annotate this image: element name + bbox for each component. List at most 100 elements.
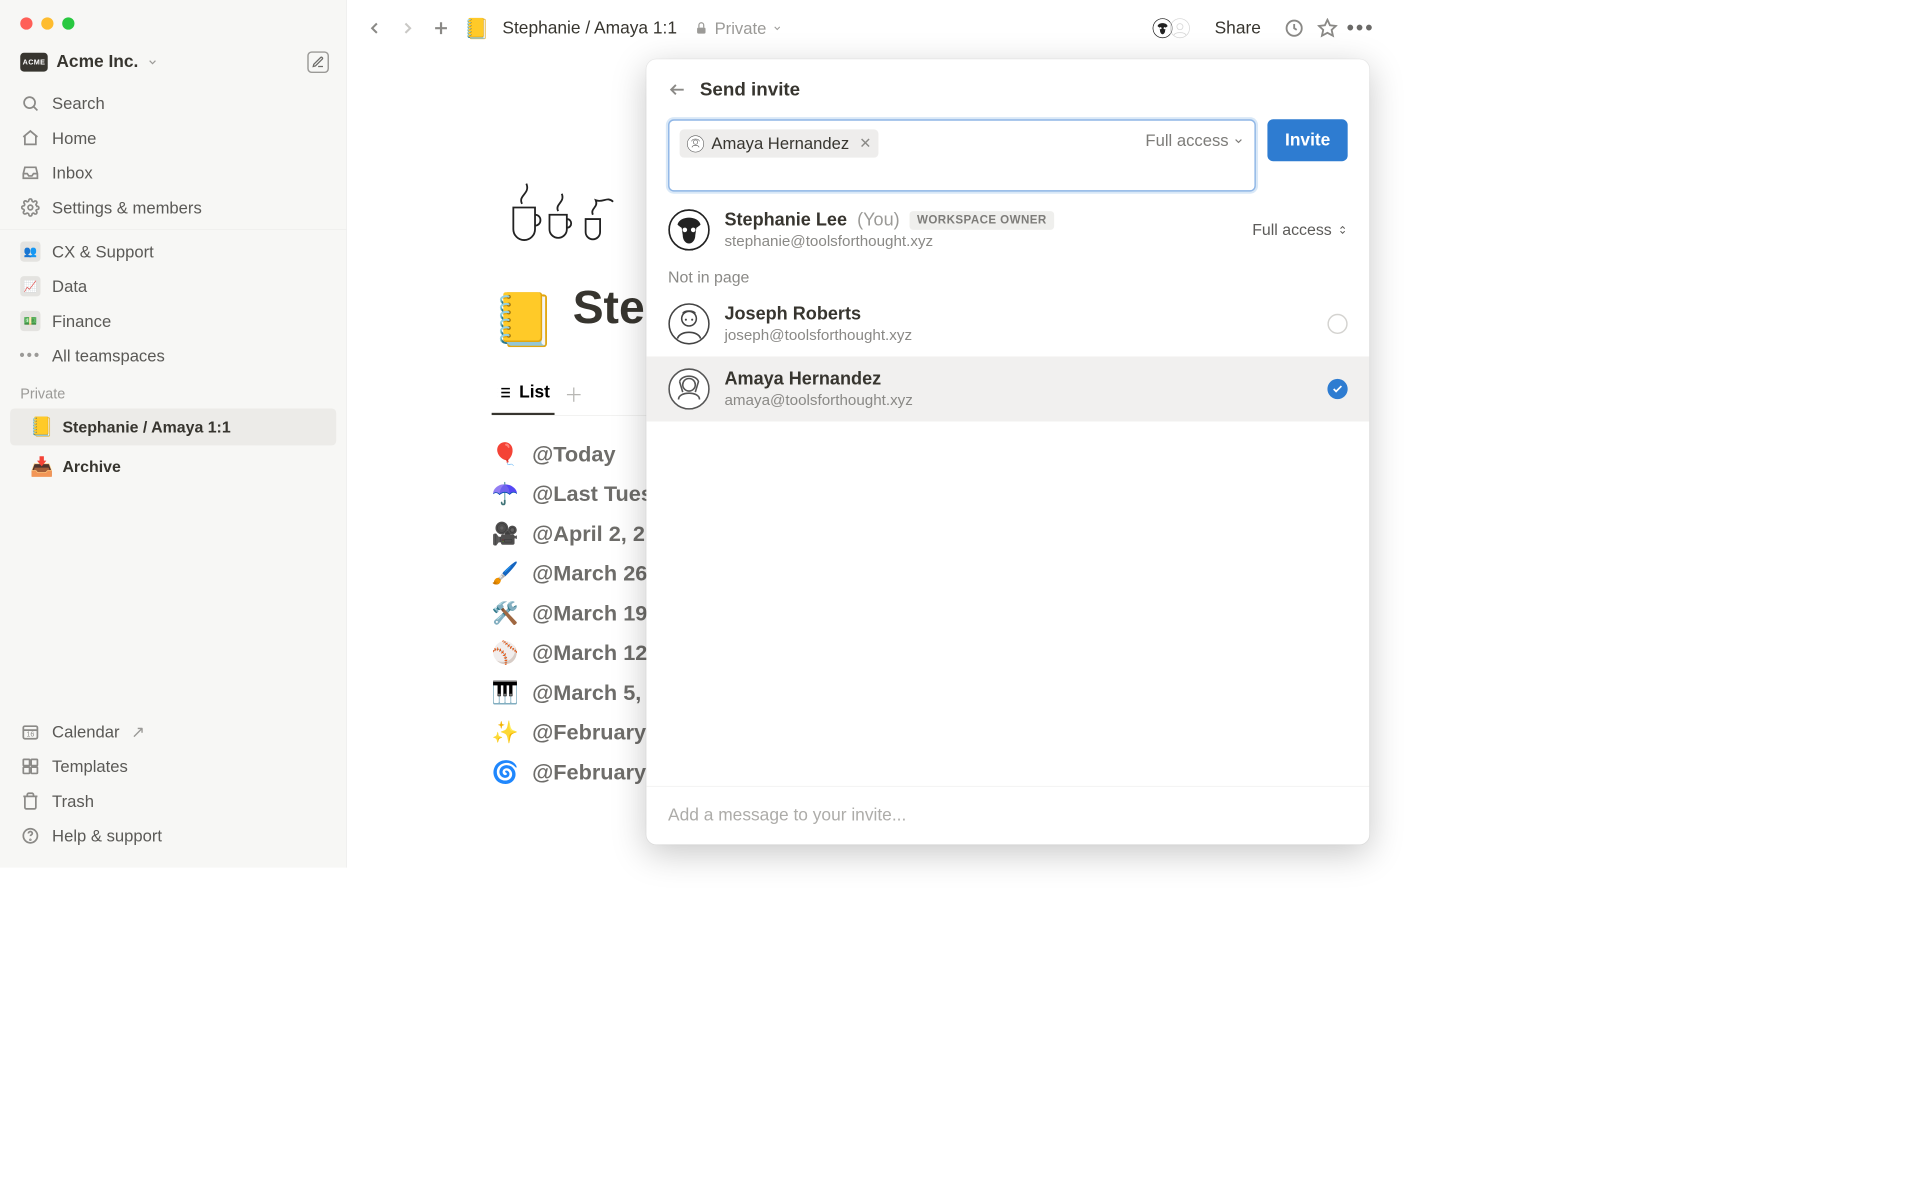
invite-recipients-field[interactable]: Amaya Hernandez ✕ Full access [668, 119, 1256, 191]
privacy-label: Private [715, 18, 767, 38]
sidebar-label: Settings & members [52, 198, 202, 218]
access-label: Full access [1145, 131, 1228, 151]
chevron-down-icon [1233, 135, 1245, 147]
updates-button[interactable] [1284, 18, 1304, 38]
chart-icon: 📈 [20, 276, 40, 296]
select-person-checkbox[interactable] [1327, 379, 1347, 399]
trash-icon [20, 791, 40, 811]
person-row-amaya[interactable]: Amaya Hernandez amaya@toolsforthought.xy… [646, 356, 1369, 421]
select-icon [1338, 223, 1348, 236]
member-name: Stephanie Lee [724, 210, 847, 231]
entry-label: @February [532, 760, 646, 785]
person-name: Amaya Hernandez [724, 369, 1313, 390]
entry-label: @March 19 [532, 601, 647, 626]
person-email: amaya@toolsforthought.xyz [724, 392, 1313, 409]
external-link-icon: ↗ [131, 722, 145, 742]
sidebar-label: Data [52, 277, 87, 297]
new-tab-button[interactable] [431, 18, 451, 38]
nav-forward-button[interactable] [398, 18, 418, 38]
share-button[interactable]: Share [1215, 18, 1261, 38]
maximize-window-button[interactable] [62, 17, 74, 29]
entry-label: @March 26 [532, 562, 647, 587]
sidebar-item-help[interactable]: Help & support [0, 818, 346, 853]
sidebar-label: Search [52, 94, 105, 114]
sidebar-item-data[interactable]: 📈 Data [0, 269, 346, 304]
entry-icon: 🖌️ [492, 561, 519, 586]
send-invite-button[interactable]: Invite [1268, 119, 1348, 161]
sidebar-label: Trash [52, 791, 94, 811]
entry-label: @February [532, 721, 646, 746]
member-email: stephanie@toolsforthought.xyz [724, 233, 1237, 250]
cover-illustration [492, 157, 637, 244]
person-row-joseph[interactable]: Joseph Roberts joseph@toolsforthought.xy… [646, 291, 1369, 356]
workspace-switcher[interactable]: ACME Acme Inc. [20, 52, 158, 72]
popover-back-button[interactable] [668, 80, 687, 99]
sidebar-item-settings[interactable]: Settings & members [0, 190, 346, 225]
member-row-owner: Stephanie Lee (You) WORKSPACE OWNER step… [646, 192, 1369, 259]
favorite-button[interactable] [1317, 18, 1337, 38]
sidebar-page-archive[interactable]: 📥 Archive [10, 448, 336, 485]
more-button[interactable]: ••• [1351, 18, 1371, 38]
sidebar-page-stephanie-amaya[interactable]: 📒 Stephanie / Amaya 1:1 [10, 408, 336, 445]
person-name: Joseph Roberts [724, 304, 1313, 325]
home-icon [20, 128, 40, 148]
sidebar-item-inbox[interactable]: Inbox [0, 155, 346, 190]
svg-text:16: 16 [26, 731, 34, 738]
entry-label: @March 12 [532, 641, 647, 666]
sidebar-label: Finance [52, 311, 111, 331]
add-view-button[interactable]: ＋ [564, 380, 583, 407]
popover-title: Send invite [700, 78, 800, 100]
new-page-button[interactable] [307, 51, 329, 73]
person-email: joseph@toolsforthought.xyz [724, 327, 1313, 344]
help-icon [20, 826, 40, 846]
avatar-icon [668, 368, 710, 410]
sidebar-item-calendar[interactable]: 16 Calendar ↗ [0, 714, 346, 749]
remove-chip-button[interactable]: ✕ [856, 134, 871, 152]
sidebar-label: Calendar [52, 722, 119, 742]
you-indicator: (You) [857, 210, 900, 231]
inbox-icon [20, 163, 40, 183]
sidebar-item-cx-support[interactable]: 👥 CX & Support [0, 234, 346, 269]
not-in-page-label: Not in page [646, 258, 1369, 291]
sidebar-page-label: Stephanie / Amaya 1:1 [62, 418, 230, 437]
inbox-tray-icon: 📥 [30, 455, 53, 477]
collaborator-avatars[interactable] [1157, 17, 1192, 40]
notebook-icon: 📒 [30, 416, 53, 438]
workspace-badge: ACME [20, 53, 47, 72]
sidebar-label: All teamspaces [52, 346, 165, 366]
sidebar-label: Home [52, 128, 96, 148]
entry-icon: 🎹 [492, 681, 519, 706]
sidebar-label: Help & support [52, 826, 162, 846]
sidebar: ACME Acme Inc. Search Home [0, 0, 347, 868]
minimize-window-button[interactable] [41, 17, 53, 29]
gear-icon [20, 197, 40, 217]
list-icon [496, 385, 512, 401]
close-window-button[interactable] [20, 17, 32, 29]
avatar-icon [668, 209, 710, 251]
entry-label: @Last Tues [532, 482, 653, 507]
privacy-toggle[interactable]: Private [694, 18, 782, 38]
sidebar-label: CX & Support [52, 242, 154, 262]
select-person-checkbox[interactable] [1327, 314, 1347, 334]
invite-message-input[interactable] [668, 805, 1348, 825]
avatar-icon [687, 135, 704, 152]
send-invite-popover: Send invite Amaya Hernandez ✕ Full acces… [646, 59, 1369, 844]
sidebar-item-trash[interactable]: Trash [0, 784, 346, 819]
entry-icon: ☂️ [492, 482, 519, 507]
check-icon [1332, 383, 1344, 395]
member-access-dropdown[interactable]: Full access [1252, 221, 1347, 240]
sidebar-item-search[interactable]: Search [0, 86, 346, 121]
breadcrumb-title[interactable]: Stephanie / Amaya 1:1 [502, 18, 677, 38]
workspace-name: Acme Inc. [56, 52, 138, 72]
sidebar-item-templates[interactable]: Templates [0, 749, 346, 784]
view-tab-list[interactable]: List [492, 373, 555, 416]
page-emoji[interactable]: 📒 [492, 289, 557, 350]
recipient-chip[interactable]: Amaya Hernandez ✕ [680, 129, 879, 157]
access-level-dropdown[interactable]: Full access [1145, 131, 1244, 151]
sidebar-item-all-teamspaces[interactable]: ••• All teamspaces [0, 338, 346, 373]
window-controls [0, 10, 346, 45]
money-icon: 💵 [20, 311, 40, 331]
nav-back-button[interactable] [364, 18, 384, 38]
sidebar-item-finance[interactable]: 💵 Finance [0, 304, 346, 339]
sidebar-item-home[interactable]: Home [0, 121, 346, 156]
